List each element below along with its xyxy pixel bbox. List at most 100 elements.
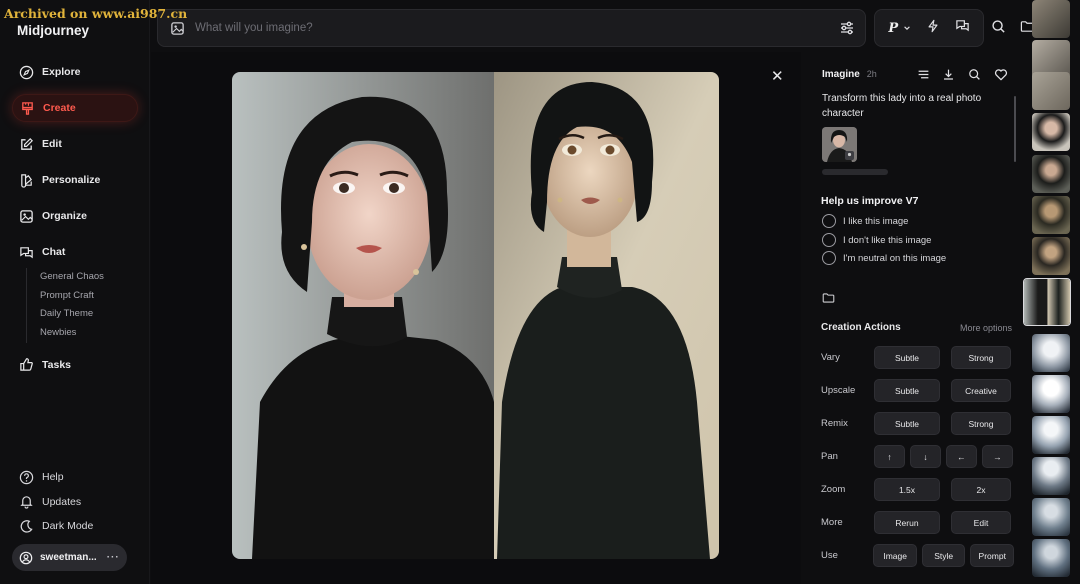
chat-room-item[interactable]: Daily Theme: [40, 305, 138, 324]
upscale-creative-button[interactable]: Creative: [951, 379, 1011, 402]
nav-chat[interactable]: Chat: [12, 238, 138, 266]
use-style-button[interactable]: Style: [921, 544, 966, 567]
nav-personalize[interactable]: Personalize: [12, 166, 138, 194]
moon-icon: [18, 518, 34, 534]
search-similar-icon[interactable]: [968, 68, 981, 81]
details-panel: Imagine 2h Transform this lady into a rea…: [808, 52, 1022, 584]
history-thumbnail[interactable]: [1032, 416, 1070, 454]
action-row-use: Use Image Style Prompt: [821, 544, 1014, 567]
action-label: Vary: [821, 352, 840, 363]
image-upload-icon[interactable]: [170, 21, 185, 36]
zoom-2x-button[interactable]: 2x: [951, 478, 1011, 501]
nav-dark-mode-label: Dark Mode: [42, 520, 94, 532]
nav-organize-label: Organize: [42, 210, 87, 222]
pan-up-button[interactable]: ↑: [874, 445, 905, 468]
pan-left-button[interactable]: ←: [946, 445, 977, 468]
nav-help[interactable]: Help: [12, 463, 138, 491]
nav-help-label: Help: [42, 471, 64, 483]
action-label: More: [821, 517, 843, 528]
history-thumbnail[interactable]: [1032, 72, 1070, 110]
pan-right-button[interactable]: →: [982, 445, 1013, 468]
use-image-button[interactable]: Image: [873, 544, 917, 567]
action-row-pan: Pan ↑ ↓ ← →: [821, 445, 1014, 468]
history-thumbnail[interactable]: [1032, 196, 1070, 234]
reference-image-thumbnail[interactable]: [822, 127, 857, 162]
nav-updates-label: Updates: [42, 495, 82, 508]
use-prompt-button[interactable]: Prompt: [970, 544, 1014, 567]
thumbs-up-icon: [18, 357, 34, 373]
history-thumbnail[interactable]: [1032, 334, 1070, 372]
action-label: Upscale: [821, 385, 856, 396]
feedback-option-dislike[interactable]: I don't like this image: [822, 233, 931, 247]
generated-image[interactable]: [232, 72, 719, 559]
feedback-title: Help us improve V7: [821, 195, 919, 207]
nav-create[interactable]: Create: [12, 94, 138, 122]
chat-room-item[interactable]: Prompt Craft: [40, 287, 138, 306]
add-to-folder-icon[interactable]: [822, 292, 835, 304]
history-thumbnail[interactable]: [1032, 457, 1070, 495]
nav-edit[interactable]: Edit: [12, 130, 138, 158]
panel-mode: Imagine: [822, 69, 860, 80]
settings-sliders-icon[interactable]: [839, 20, 855, 36]
history-thumbnail[interactable]: [1032, 155, 1070, 193]
nav-explore[interactable]: Explore: [12, 58, 138, 86]
list-icon[interactable]: [917, 68, 930, 81]
feedback-option-like[interactable]: I like this image: [822, 214, 908, 228]
prompt-text[interactable]: Transform this lady into a real photo ch…: [822, 92, 997, 121]
history-thumbnails: [1023, 0, 1080, 584]
edit-button[interactable]: Edit: [951, 511, 1011, 534]
redacted-text: [822, 169, 888, 175]
compass-icon: [18, 64, 34, 80]
imagine-input[interactable]: [195, 22, 815, 34]
history-thumbnail[interactable]: [1032, 113, 1070, 151]
chat-room-item[interactable]: General Chaos: [40, 268, 138, 287]
download-icon[interactable]: [942, 68, 955, 81]
history-thumbnail[interactable]: [1032, 498, 1070, 536]
action-row-upscale: Upscale Subtle Creative: [821, 379, 1014, 402]
image-gallery-icon: [18, 208, 34, 224]
history-thumbnail[interactable]: [1032, 375, 1070, 413]
brand-logo[interactable]: Midjourney: [17, 23, 89, 38]
vary-strong-button[interactable]: Strong: [951, 346, 1011, 369]
nav-dark-mode[interactable]: Dark Mode: [12, 512, 138, 540]
sidebar: Archived on www.ai987.cn Midjourney Expl…: [0, 0, 187, 584]
history-thumbnail[interactable]: [1032, 0, 1070, 38]
radio-circle: [822, 214, 836, 228]
heart-icon[interactable]: [994, 68, 1008, 81]
user-menu[interactable]: sweetman... ···: [12, 544, 127, 571]
nav-personalize-label: Personalize: [42, 174, 101, 186]
chat-room-item[interactable]: Newbies: [40, 324, 138, 343]
nav-tasks[interactable]: Tasks: [12, 351, 138, 379]
feedback-option-label: I'm neutral on this image: [843, 252, 947, 264]
close-icon[interactable]: ✕: [771, 67, 784, 85]
nav-chat-label: Chat: [42, 246, 66, 258]
search-icon[interactable]: [991, 19, 1006, 34]
more-dots-icon[interactable]: ···: [107, 552, 120, 563]
lightning-icon[interactable]: [926, 19, 940, 38]
vary-subtle-button[interactable]: Subtle: [874, 346, 940, 369]
history-thumbnail[interactable]: [1032, 539, 1070, 577]
nav-organize[interactable]: Organize: [12, 202, 138, 230]
bottom-nav: Help Updates Dark Mode: [12, 463, 138, 537]
prompt-scrollbar[interactable]: [1014, 96, 1016, 162]
feedback-option-neutral[interactable]: I'm neutral on this image: [822, 251, 946, 265]
pan-down-button[interactable]: ↓: [910, 445, 941, 468]
edit-icon: [18, 136, 34, 152]
remix-strong-button[interactable]: Strong: [951, 412, 1011, 435]
chat-bubbles-icon[interactable]: [955, 18, 970, 38]
history-thumbnail[interactable]: [1032, 237, 1070, 275]
action-row-zoom: Zoom 1.5x 2x: [821, 478, 1014, 501]
quick-tools: P: [874, 9, 984, 47]
more-options-link[interactable]: More options: [960, 323, 1012, 333]
profile-letter: P: [888, 20, 899, 36]
rerun-button[interactable]: Rerun: [874, 511, 940, 534]
profile-selector[interactable]: P: [888, 21, 911, 36]
brush-icon: [19, 100, 35, 116]
nav-explore-label: Explore: [42, 66, 81, 78]
feedback-option-label: I don't like this image: [843, 234, 932, 246]
history-thumbnail-selected[interactable]: [1023, 278, 1071, 326]
zoom-1-5x-button[interactable]: 1.5x: [874, 478, 940, 501]
upscale-subtle-button[interactable]: Subtle: [874, 379, 940, 402]
remix-subtle-button[interactable]: Subtle: [874, 412, 940, 435]
action-label: Remix: [821, 418, 848, 429]
